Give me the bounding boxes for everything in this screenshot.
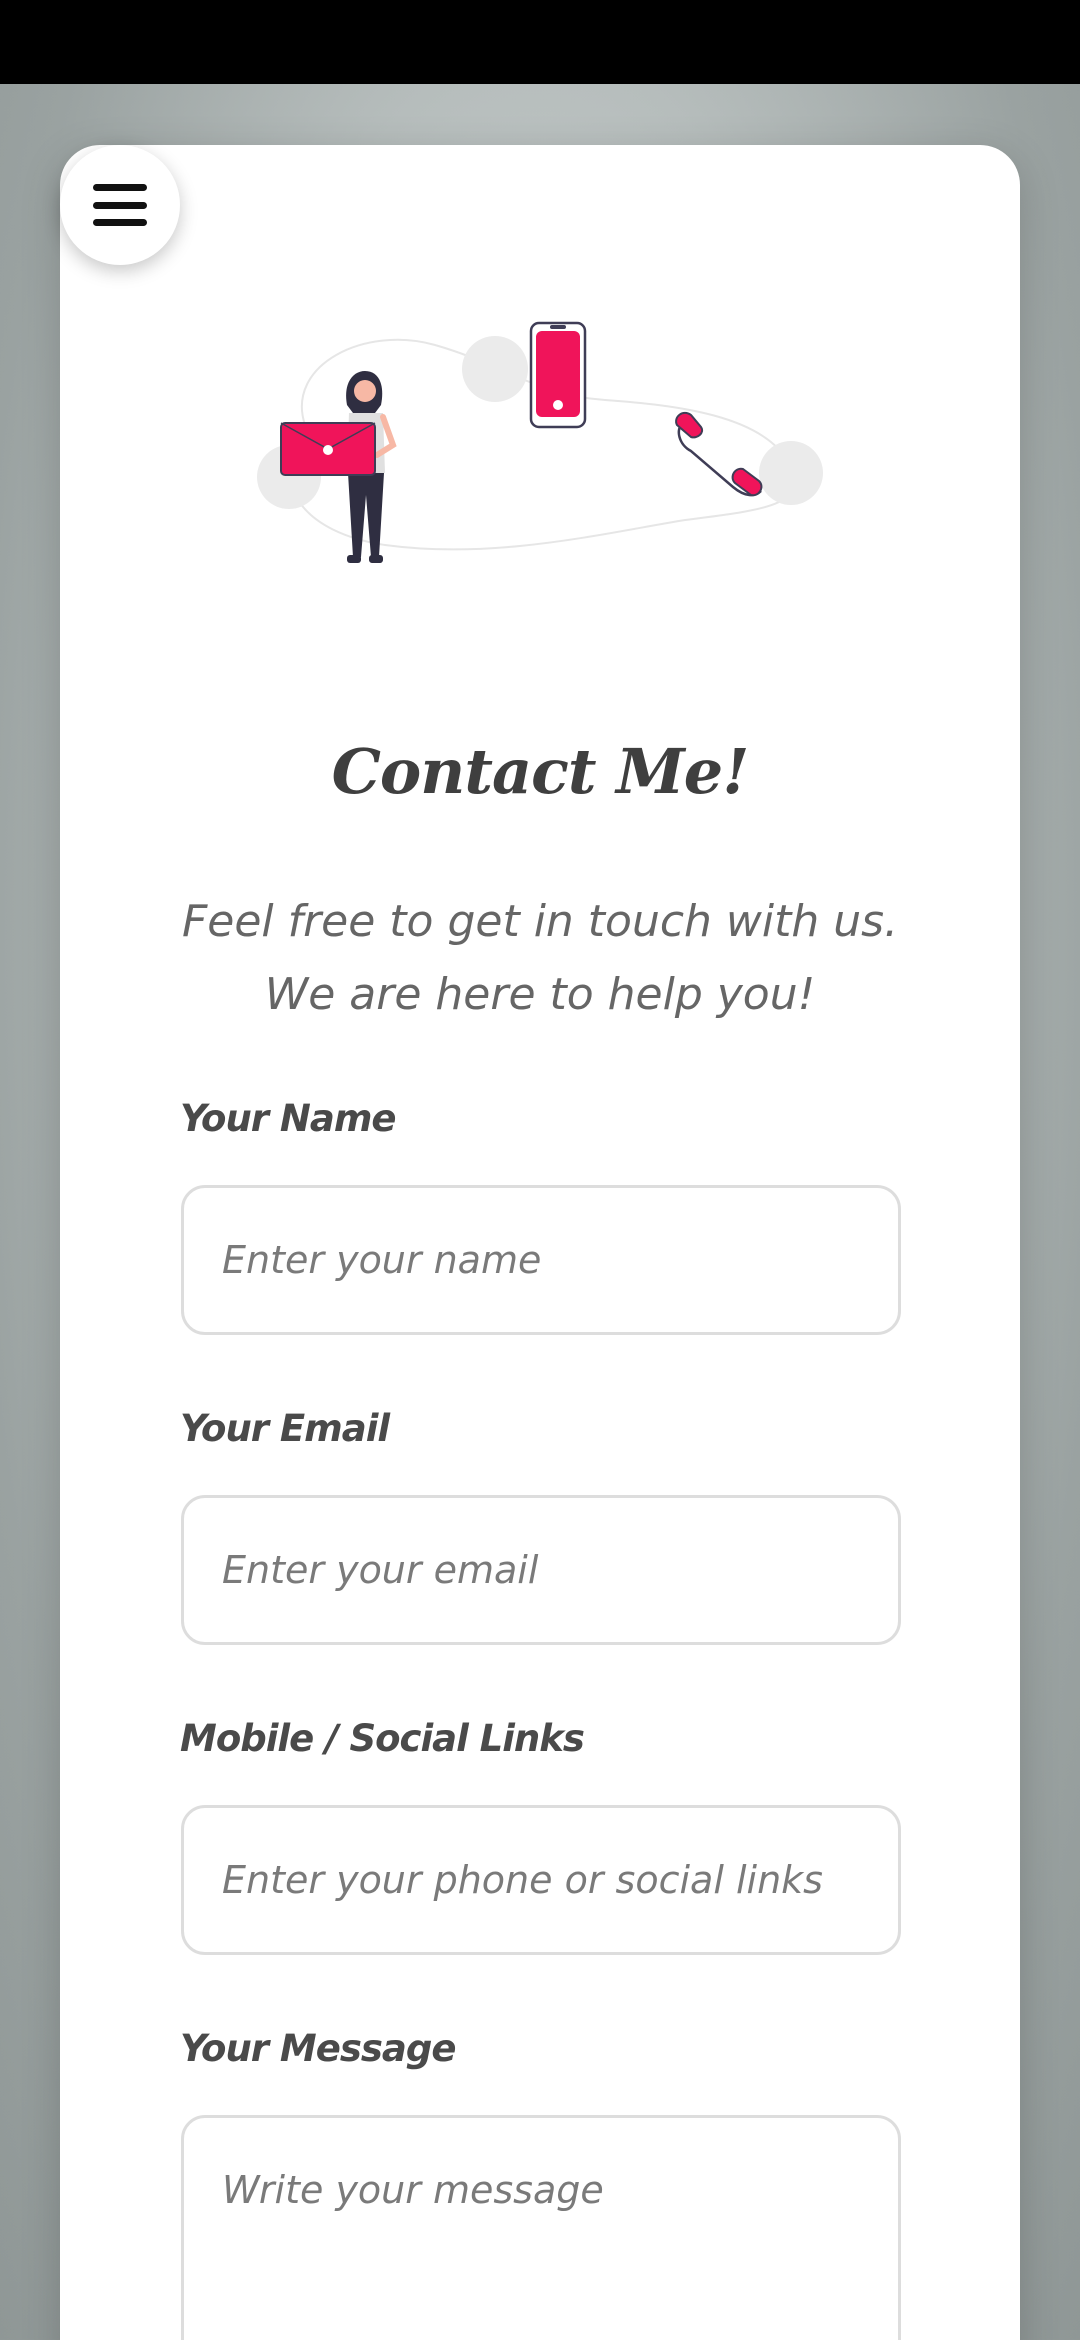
menu-button[interactable]: [60, 145, 180, 265]
message-textarea[interactable]: [181, 2115, 901, 2340]
decor-circle-top: [462, 336, 528, 402]
links-input[interactable]: [181, 1805, 901, 1955]
name-input[interactable]: [181, 1185, 901, 1335]
page-title: Contact Me!: [331, 735, 750, 808]
subtitle-line-2: We are here to help you!: [264, 969, 816, 1020]
links-label: Mobile / Social Links: [180, 1717, 585, 1760]
contact-illustration: [257, 321, 823, 563]
subtitle-line-1: Feel free to get in touch with us.: [181, 896, 899, 947]
page-subtitle: Feel free to get in touch with us. We ar…: [120, 885, 960, 1031]
email-input[interactable]: [181, 1495, 901, 1645]
phone-handset: [675, 411, 763, 497]
phone-device: [529, 321, 587, 429]
laptop-envelope: [280, 422, 376, 476]
name-label: Your Name: [180, 1097, 396, 1140]
email-label: Your Email: [180, 1407, 390, 1450]
status-bar: [0, 0, 1080, 84]
decor-circle-right: [759, 441, 823, 505]
hamburger-menu-icon: [93, 184, 147, 226]
contact-card: Contact Me! Feel free to get in touch wi…: [60, 145, 1020, 2340]
message-label: Your Message: [180, 2027, 456, 2070]
